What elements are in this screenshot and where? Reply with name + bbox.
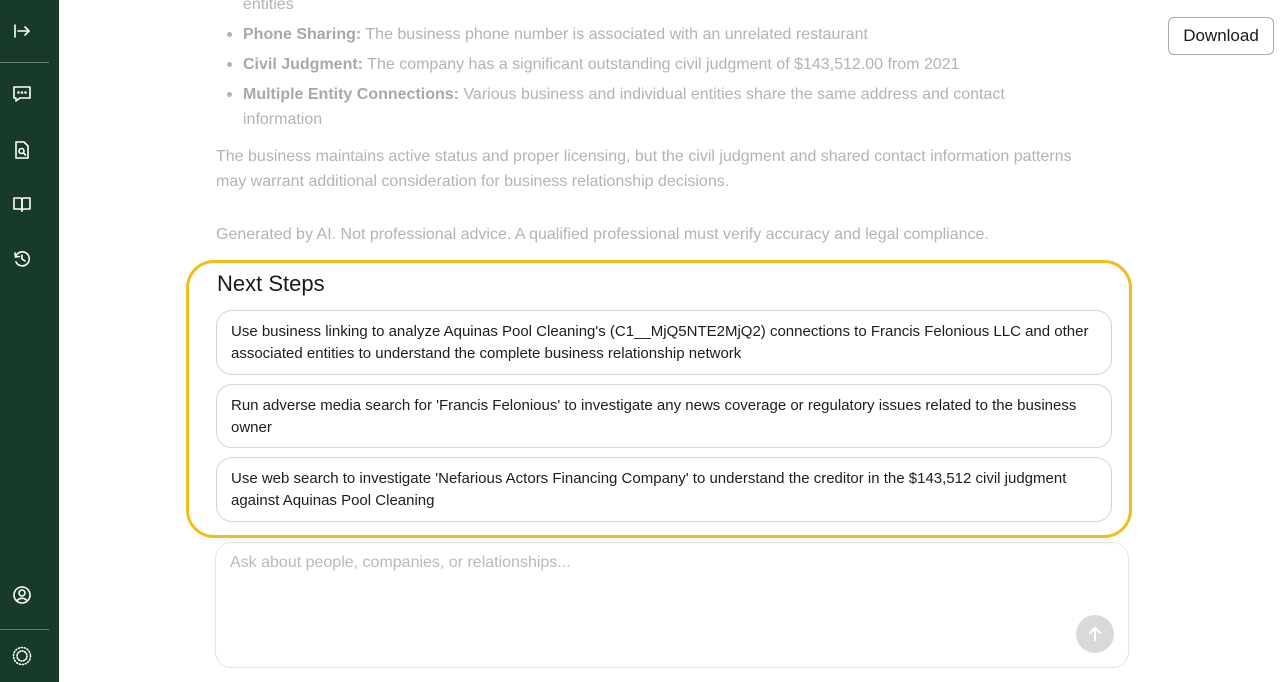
finding-title: Civil Judgment: [243, 56, 364, 73]
arrow-up-icon [1089, 627, 1101, 641]
user-profile-icon[interactable] [9, 582, 35, 608]
history-icon[interactable] [9, 246, 35, 272]
bullet-continuation: entities [243, 0, 294, 13]
logo-icon[interactable] [9, 643, 35, 669]
next-steps-title: Next Steps [217, 271, 325, 296]
finding-text: The company has a significant outstandin… [363, 56, 960, 73]
sidebar-divider [0, 62, 49, 63]
chat-input-box [215, 542, 1129, 668]
list-item: Multiple Entity Connections: Various bus… [224, 82, 1084, 132]
ai-disclaimer: Generated by AI. Not professional advice… [216, 226, 989, 243]
send-button[interactable] [1076, 615, 1114, 653]
summary-paragraph: The business maintains active status and… [216, 148, 1072, 190]
expand-sidebar-icon[interactable] [9, 18, 35, 44]
sidebar [0, 0, 59, 682]
findings-list: Phone Sharing: The business phone number… [224, 22, 1084, 137]
finding-text: The business phone number is associated … [361, 26, 868, 43]
next-step-suggestion[interactable]: Use business linking to analyze Aquinas … [216, 310, 1112, 375]
sidebar-divider [0, 629, 49, 630]
chat-icon[interactable] [9, 81, 35, 107]
next-steps-panel: Next Steps Use business linking to analy… [186, 260, 1132, 538]
book-icon[interactable] [9, 191, 35, 217]
list-item: Phone Sharing: The business phone number… [224, 22, 1084, 47]
finding-title: Multiple Entity Connections: [243, 86, 459, 103]
next-step-suggestion[interactable]: Use web search to investigate 'Nefarious… [216, 457, 1112, 522]
list-item: Civil Judgment: The company has a signif… [224, 52, 1084, 77]
download-button[interactable]: Download [1168, 17, 1274, 55]
document-search-icon[interactable] [9, 137, 35, 163]
next-step-suggestion[interactable]: Run adverse media search for 'Francis Fe… [216, 384, 1112, 448]
finding-title: Phone Sharing: [243, 26, 362, 43]
chat-input[interactable] [216, 543, 1128, 667]
